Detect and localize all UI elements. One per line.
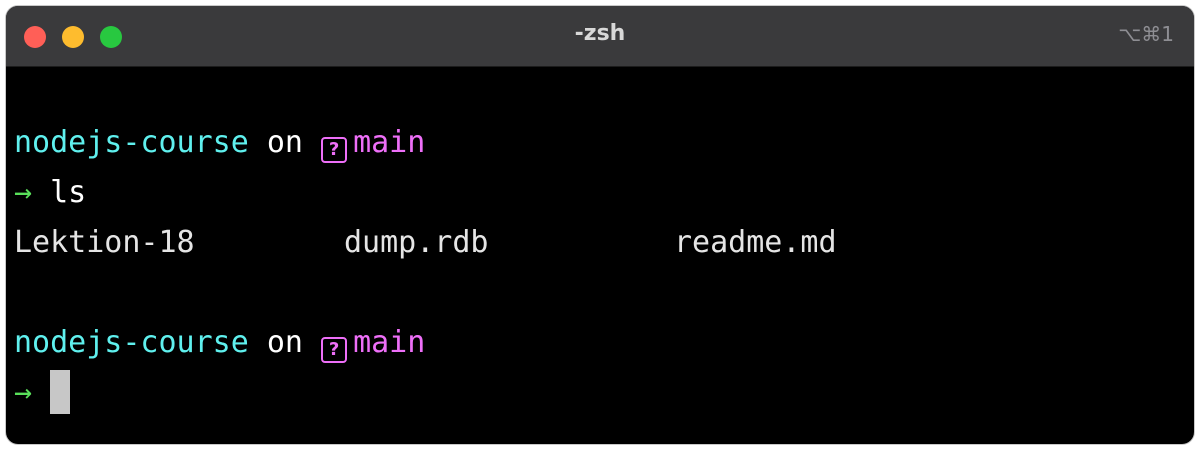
ls-entry: Lektion-18 bbox=[14, 225, 195, 260]
command-line: → bbox=[14, 368, 837, 418]
prompt-connector: on bbox=[266, 325, 303, 360]
prompt-line: nodejs-course on ? main bbox=[14, 318, 837, 368]
prompt-connector: on bbox=[266, 125, 303, 160]
ls-entry: dump.rdb bbox=[344, 225, 489, 260]
prompt-branch: main bbox=[353, 325, 426, 360]
prompt-line: nodejs-course on ? main bbox=[14, 118, 837, 168]
title-bar[interactable]: -zsh ⌥⌘1 bbox=[6, 6, 1194, 67]
ls-entry: readme.md bbox=[674, 225, 837, 260]
text-cursor[interactable] bbox=[50, 370, 71, 414]
command-text: ls bbox=[50, 175, 87, 210]
ls-output-line: Lektion-18 dump.rdb readme.md bbox=[14, 218, 837, 268]
prompt-directory: nodejs-course bbox=[14, 325, 249, 360]
prompt-arrow: → bbox=[14, 175, 33, 210]
prompt-directory: nodejs-course bbox=[14, 125, 249, 160]
window-shortcut: ⌥⌘1 bbox=[1118, 22, 1174, 46]
prompt-branch: main bbox=[353, 125, 426, 160]
git-branch-icon: ? bbox=[321, 337, 348, 363]
prompt-arrow: → bbox=[14, 375, 33, 410]
window-title: -zsh bbox=[574, 21, 626, 46]
git-branch-icon: ? bbox=[321, 137, 348, 163]
terminal-content[interactable]: nodejs-course on ? main → ls Lektion-18 du… bbox=[14, 118, 837, 418]
terminal-window: -zsh ⌥⌘1 nodejs-course on ? main → ls Lek… bbox=[6, 6, 1194, 444]
command-line: → ls bbox=[14, 168, 837, 218]
